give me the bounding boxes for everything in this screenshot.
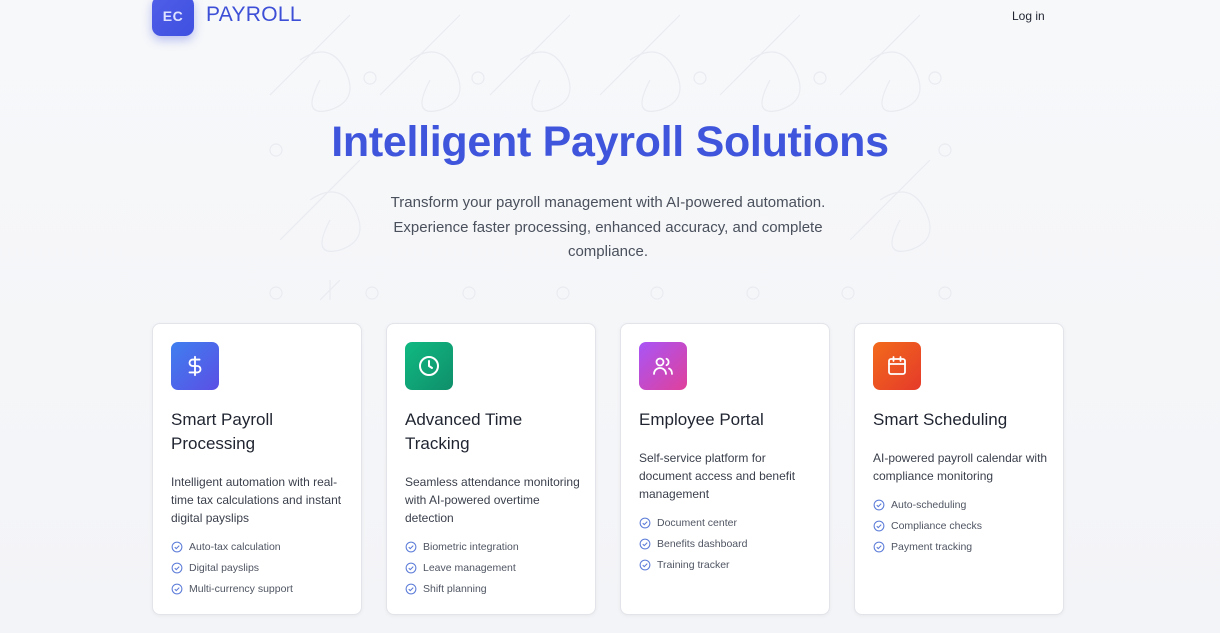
list-item: Biometric integration	[405, 536, 519, 557]
check-circle-icon	[171, 562, 183, 573]
check-circle-icon	[873, 499, 885, 510]
feature-label: Document center	[657, 516, 737, 529]
list-item: Leave management	[405, 557, 519, 578]
landing-page: EC PAYROLL Log in Intelligent Payroll So…	[0, 0, 1220, 633]
feature-list: Document center Benefits dashboard Train…	[639, 512, 747, 575]
dollar-icon	[171, 342, 219, 390]
feature-label: Payment tracking	[891, 540, 973, 553]
check-circle-icon	[639, 517, 651, 528]
list-item: Auto-tax calculation	[171, 536, 293, 557]
card-title: Employee Portal	[639, 410, 764, 429]
check-circle-icon	[171, 541, 183, 552]
list-item: Benefits dashboard	[639, 533, 747, 554]
feature-card-employee-portal: Employee Portal Self-service platform fo…	[620, 323, 830, 615]
card-title: Smart Payroll Processing	[171, 410, 274, 453]
hero-title: Intelligent Payroll Solutions	[331, 118, 889, 166]
feature-list: Auto-scheduling Compliance checks Paymen…	[873, 494, 982, 557]
feature-label: Compliance checks	[891, 519, 983, 532]
feature-label: Leave management	[423, 561, 516, 574]
feature-label: Auto-scheduling	[891, 498, 967, 511]
feature-card-scheduling: Smart Scheduling AI-powered payroll cale…	[854, 323, 1064, 615]
list-item: Multi-currency support	[171, 578, 293, 599]
clock-icon	[405, 342, 453, 390]
feature-label: Multi-currency support	[189, 582, 293, 595]
list-item: Auto-scheduling	[873, 494, 982, 515]
users-icon	[639, 342, 687, 390]
login-link[interactable]: Log in	[1012, 9, 1045, 23]
card-title: Smart Scheduling	[873, 410, 1008, 429]
list-item: Training tracker	[639, 554, 747, 575]
list-item: Shift planning	[405, 578, 519, 599]
card-description: Seamless attendance monitoring with AI-p…	[405, 475, 580, 525]
feature-label: Biometric integration	[423, 540, 519, 553]
feature-label: Shift planning	[423, 582, 487, 595]
check-circle-icon	[171, 583, 183, 594]
card-description: Intelligent automation with real-time ta…	[171, 475, 342, 525]
list-item: Compliance checks	[873, 515, 982, 536]
card-description: AI-powered payroll calendar with complia…	[873, 451, 1048, 483]
feature-label: Benefits dashboard	[657, 537, 748, 550]
check-circle-icon	[639, 538, 651, 549]
hero-subtitle: Transform your payroll management with A…	[390, 194, 826, 260]
card-title: Advanced Time Tracking	[405, 410, 523, 453]
feature-card-time-tracking: Advanced Time Tracking Seamless attendan…	[386, 323, 596, 615]
feature-label: Digital payslips	[189, 561, 260, 574]
check-circle-icon	[873, 520, 885, 531]
list-item: Digital payslips	[171, 557, 293, 578]
list-item: Payment tracking	[873, 536, 982, 557]
check-circle-icon	[639, 559, 651, 570]
card-description: Self-service platform for document acces…	[639, 451, 796, 501]
check-circle-icon	[405, 541, 417, 552]
check-circle-icon	[405, 583, 417, 594]
check-circle-icon	[873, 541, 885, 552]
feature-card-payroll: Smart Payroll Processing Intelligent aut…	[152, 323, 362, 615]
calendar-icon	[873, 342, 921, 390]
check-circle-icon	[405, 562, 417, 573]
list-item: Document center	[639, 512, 747, 533]
logo-text[interactable]: PAYROLL	[206, 3, 302, 27]
feature-list: Biometric integration Leave management S…	[405, 536, 519, 599]
feature-list: Auto-tax calculation Digital payslips Mu…	[171, 536, 293, 599]
logo-badge[interactable]: EC	[152, 0, 194, 36]
feature-label: Training tracker	[657, 558, 730, 571]
feature-label: Auto-tax calculation	[189, 540, 281, 553]
